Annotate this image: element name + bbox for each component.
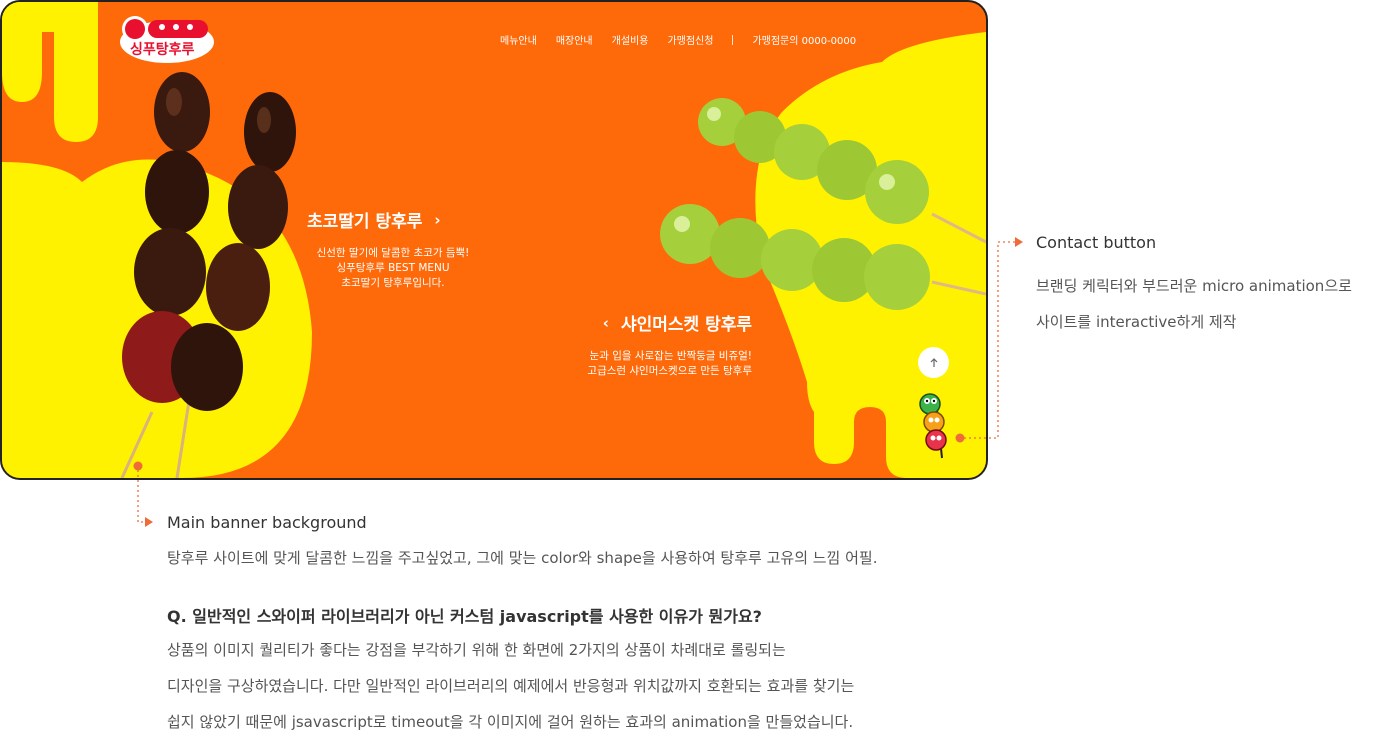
website-mockup: 싱푸탕후루 메뉴안내 매장안내 개설비용 가맹점신청 가맹점문의 0000-00… [0,0,988,480]
product-left-copy: 초코딸기 탕후루 › 신선한 딸기에 달콤한 초코가 듬뿍! 싱푸탕후루 BES… [307,207,493,291]
scroll-top-button[interactable] [918,347,949,378]
nav-item-menu[interactable]: 메뉴안내 [500,32,537,47]
arrow-up-icon [930,357,937,367]
logo-text: 싱푸탕후루 [130,42,195,58]
contact-annotation-title: Contact button [1036,233,1157,252]
product-right-desc-line: 눈과 입을 사로잡는 반짝둥글 비쥬얼! [589,350,752,362]
qa-line: 상품의 이미지 퀄리티가 좋다는 강점을 부각하기 위해 한 화면에 2가지의 … [167,641,786,659]
chevron-right-icon[interactable]: › [434,211,440,229]
qa-line: 쉽지 않았기 때문에 jsavascript로 timeout을 각 이미지에 … [167,713,854,731]
product-left-title: 초코딸기 탕후루 [307,212,423,232]
qa-line: 디자인을 구상하였습니다. 다만 일반적인 라이브러리의 예제에서 반응형과 위… [167,677,855,695]
nav-item-apply[interactable]: 가맹점신청 [667,32,713,47]
product-right-desc-line: 고급스런 샤인머스켓으로 만든 탕후루 [587,365,752,377]
nav-divider [732,34,734,45]
chevron-left-icon[interactable]: ‹ [603,314,609,332]
annotation-arrow-icon [145,517,153,527]
product-left-desc-line: 신선한 딸기에 달콤한 초코가 듬뿍! [316,247,470,259]
product-left-desc-line: 초코딸기 탕후루입니다. [341,277,445,289]
banner-background [2,2,986,478]
contact-annotation-line: 브랜딩 케릭터와 부드러운 micro animation으로 [1036,277,1352,295]
nav-contact[interactable]: 가맹점문의 0000-0000 [752,32,856,47]
banner-annotation-desc: 탕후루 사이트에 맞게 달콤한 느낌을 주고싶었고, 그에 맞는 color와 … [167,549,878,567]
main-nav: 메뉴안내 매장안내 개설비용 가맹점신청 가맹점문의 0000-0000 [500,32,856,47]
product-right-copy: ‹ 샤인머스켓 탕후루 눈과 입을 사로잡는 반짝둥글 비쥬얼! 고급스런 샤인… [550,310,752,379]
nav-item-cost[interactable]: 개설비용 [612,32,649,47]
annotation-arrow-icon [1015,237,1023,247]
product-left-desc-line: 싱푸탕후루 BEST MENU [336,262,450,274]
banner-annotation-title: Main banner background [167,513,367,532]
qa-title: Q. 일반적인 스와이퍼 라이브러리가 아닌 커스텀 javascript를 사… [167,607,762,626]
logo[interactable]: 싱푸탕후루 [118,12,216,64]
contact-annotation-desc: 브랜딩 케릭터와 부드러운 micro animation으로 사이트를 int… [1036,268,1376,340]
nav-item-stores[interactable]: 매장안내 [556,32,593,47]
product-right-title: 샤인머스켓 탕후루 [620,315,752,335]
mascot-icon[interactable] [914,390,954,460]
contact-annotation-line: 사이트를 interactive하게 제작 [1036,313,1237,331]
